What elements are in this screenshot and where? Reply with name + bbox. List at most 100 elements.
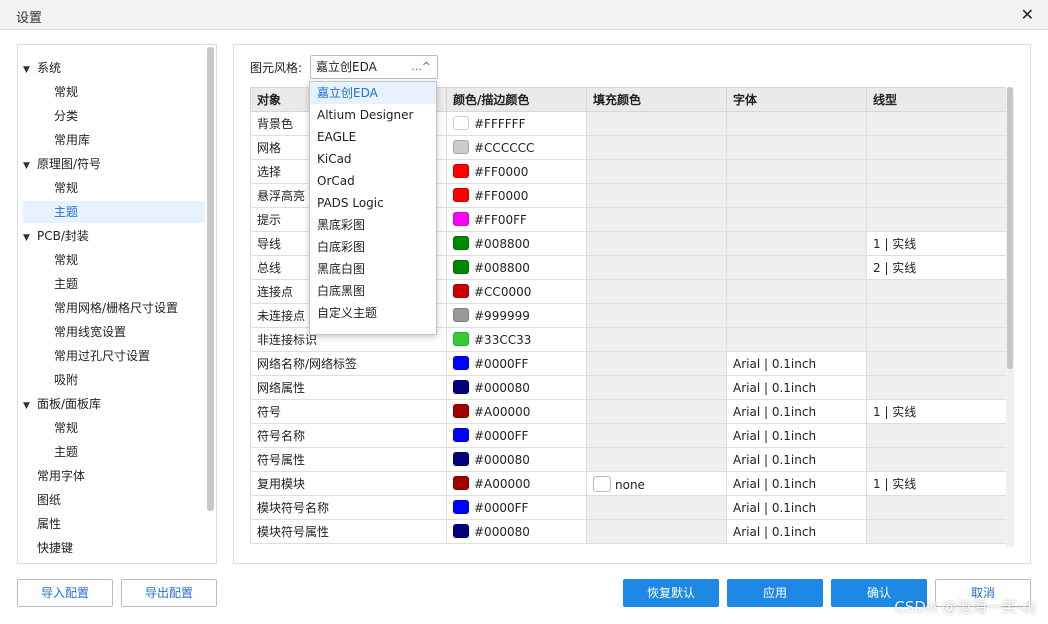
- tree-item[interactable]: 主题: [23, 201, 205, 223]
- table-row[interactable]: 复用模块 #A00000 none Arial | 0.1inch 1 | 实线: [250, 471, 1007, 496]
- color-swatch[interactable]: [453, 524, 469, 538]
- linetype-cell[interactable]: 2 | 实线: [866, 255, 1007, 280]
- color-swatch[interactable]: [453, 500, 469, 514]
- font-cell[interactable]: Arial | 0.1inch: [726, 471, 867, 496]
- color-swatch[interactable]: [453, 284, 469, 298]
- fill-swatch[interactable]: [593, 475, 611, 492]
- table-row[interactable]: 网络名称/网络标签 #0000FF Arial | 0.1inch: [250, 351, 1007, 376]
- color-swatch[interactable]: [453, 236, 469, 250]
- caret-down-icon[interactable]: ▼: [23, 155, 37, 177]
- color-cell[interactable]: #0000FF: [446, 423, 587, 448]
- dropdown-option[interactable]: PADS Logic: [310, 192, 436, 214]
- import-config-button[interactable]: 导入配置: [17, 579, 113, 607]
- color-swatch[interactable]: [453, 332, 469, 346]
- font-cell[interactable]: Arial | 0.1inch: [726, 447, 867, 472]
- dropdown-option[interactable]: OrCad: [310, 170, 436, 192]
- color-cell[interactable]: #000080: [446, 375, 587, 400]
- color-swatch[interactable]: [453, 164, 469, 178]
- tree-item[interactable]: 吸附: [23, 369, 205, 391]
- nav-scrollbar[interactable]: [207, 47, 214, 511]
- color-swatch[interactable]: [453, 212, 469, 226]
- font-cell[interactable]: Arial | 0.1inch: [726, 495, 867, 520]
- element-style-select[interactable]: 嘉立创EDA ...^: [310, 55, 438, 79]
- font-cell[interactable]: Arial | 0.1inch: [726, 399, 867, 424]
- tree-item[interactable]: 分类: [23, 105, 205, 127]
- color-cell[interactable]: #0000FF: [446, 351, 587, 376]
- caret-down-icon[interactable]: ▼: [23, 395, 37, 417]
- color-cell[interactable]: #A00000: [446, 471, 587, 496]
- font-cell[interactable]: Arial | 0.1inch: [726, 351, 867, 376]
- dropdown-option[interactable]: 白底彩图: [310, 236, 436, 258]
- color-cell[interactable]: #FF0000: [446, 183, 587, 208]
- color-swatch[interactable]: [453, 380, 469, 394]
- dropdown-option[interactable]: 自定义主题: [310, 302, 436, 324]
- color-swatch[interactable]: [453, 308, 469, 322]
- color-swatch[interactable]: [453, 140, 469, 154]
- color-cell[interactable]: #999999: [446, 303, 587, 328]
- apply-button[interactable]: 应用: [727, 579, 823, 607]
- linetype-cell[interactable]: 1 | 实线: [866, 399, 1007, 424]
- color-swatch[interactable]: [453, 116, 469, 130]
- tree-item[interactable]: 常规: [23, 177, 205, 199]
- color-swatch[interactable]: [453, 452, 469, 466]
- dropdown-option[interactable]: 白底黑图: [310, 280, 436, 302]
- dropdown-option[interactable]: 嘉立创EDA: [310, 82, 436, 104]
- color-cell[interactable]: #FF0000: [446, 159, 587, 184]
- dropdown-option[interactable]: 黑底彩图: [310, 214, 436, 236]
- table-row[interactable]: 模块符号名称 #0000FF Arial | 0.1inch: [250, 495, 1007, 520]
- color-swatch[interactable]: [453, 260, 469, 274]
- color-cell[interactable]: #CCCCCC: [446, 135, 587, 160]
- font-cell[interactable]: Arial | 0.1inch: [726, 375, 867, 400]
- tree-group[interactable]: 属性: [23, 513, 209, 535]
- tree-item[interactable]: 主题: [23, 441, 205, 463]
- tree-group[interactable]: ▼ PCB/封装: [23, 225, 209, 247]
- color-cell[interactable]: #000080: [446, 447, 587, 472]
- linetype-cell[interactable]: 1 | 实线: [866, 231, 1007, 256]
- table-row[interactable]: 网络属性 #000080 Arial | 0.1inch: [250, 375, 1007, 400]
- tree-item[interactable]: 常用过孔尺寸设置: [23, 345, 205, 367]
- table-row[interactable]: 模块符号属性 #000080 Arial | 0.1inch: [250, 519, 1007, 544]
- color-swatch[interactable]: [453, 428, 469, 442]
- color-swatch[interactable]: [453, 356, 469, 370]
- tree-group[interactable]: ▼ 系统: [23, 57, 209, 79]
- color-cell[interactable]: #000080: [446, 519, 587, 544]
- tree-item[interactable]: 常用网格/栅格尺寸设置: [23, 297, 205, 319]
- export-config-button[interactable]: 导出配置: [121, 579, 217, 607]
- tree-group[interactable]: 图纸: [23, 489, 209, 511]
- fill-cell[interactable]: none: [586, 471, 727, 496]
- color-cell[interactable]: #A00000: [446, 399, 587, 424]
- color-swatch[interactable]: [453, 188, 469, 202]
- tree-item[interactable]: 主题: [23, 273, 205, 295]
- table-row[interactable]: 符号名称 #0000FF Arial | 0.1inch: [250, 423, 1007, 448]
- color-cell[interactable]: #008800: [446, 255, 587, 280]
- color-swatch[interactable]: [453, 404, 469, 418]
- dropdown-option[interactable]: EAGLE: [310, 126, 436, 148]
- dropdown-option[interactable]: Altium Designer: [310, 104, 436, 126]
- color-cell[interactable]: #33CC33: [446, 327, 587, 352]
- tree-group[interactable]: 快捷键: [23, 537, 209, 559]
- dropdown-option[interactable]: KiCad: [310, 148, 436, 170]
- tree-group[interactable]: ▼ 原理图/符号: [23, 153, 209, 175]
- restore-defaults-button[interactable]: 恢复默认: [623, 579, 719, 607]
- color-cell[interactable]: #0000FF: [446, 495, 587, 520]
- caret-down-icon[interactable]: ▼: [23, 227, 37, 249]
- tree-item[interactable]: 常规: [23, 417, 205, 439]
- tree-item[interactable]: 常用库: [23, 129, 205, 151]
- table-row[interactable]: 符号属性 #000080 Arial | 0.1inch: [250, 447, 1007, 472]
- tree-group[interactable]: ▼ 面板/面板库: [23, 393, 209, 415]
- color-cell[interactable]: #008800: [446, 231, 587, 256]
- color-cell[interactable]: #CC0000: [446, 279, 587, 304]
- tree-item[interactable]: 常规: [23, 249, 205, 271]
- font-cell[interactable]: Arial | 0.1inch: [726, 423, 867, 448]
- dropdown-option[interactable]: 黑底白图: [310, 258, 436, 280]
- table-scrollbar-thumb[interactable]: [1007, 87, 1013, 369]
- table-scrollbar[interactable]: [1006, 87, 1014, 547]
- color-cell[interactable]: #FFFFFF: [446, 111, 587, 136]
- caret-down-icon[interactable]: ▼: [23, 59, 37, 81]
- font-cell[interactable]: Arial | 0.1inch: [726, 519, 867, 544]
- tree-item[interactable]: 常用线宽设置: [23, 321, 205, 343]
- close-icon[interactable]: ✕: [1021, 5, 1034, 24]
- color-swatch[interactable]: [453, 476, 469, 490]
- linetype-cell[interactable]: 1 | 实线: [866, 471, 1007, 496]
- tree-group[interactable]: 常用字体: [23, 465, 209, 487]
